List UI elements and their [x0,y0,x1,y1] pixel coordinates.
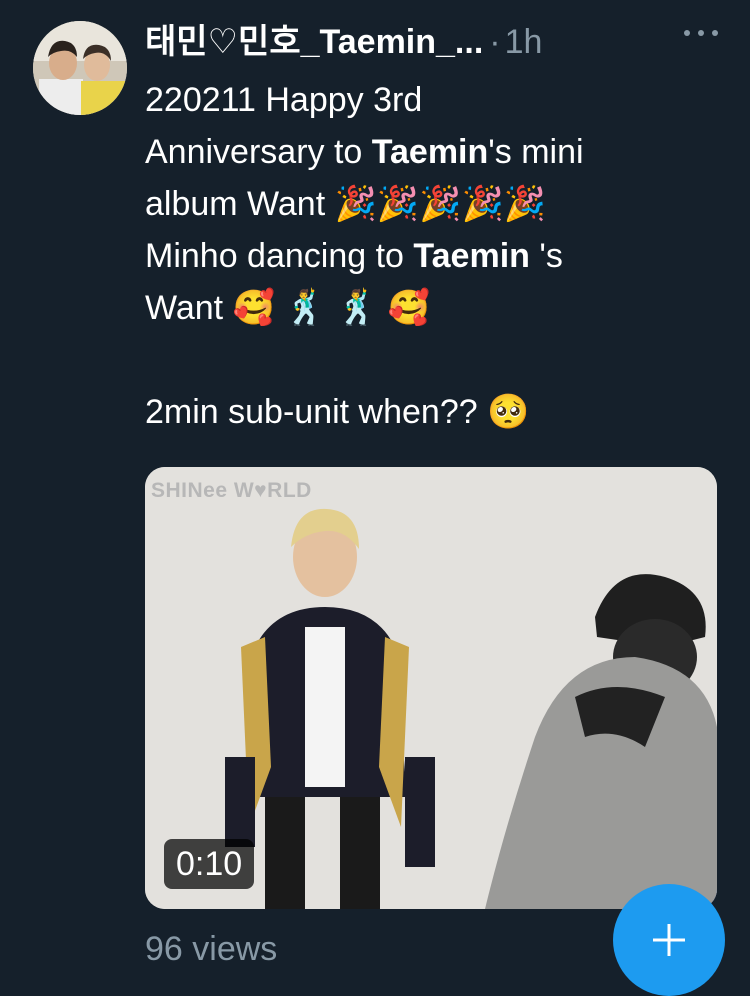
tweet-header: 태민♡민호_Taemin_... · 1h [145,20,730,64]
more-options-button[interactable] [684,28,718,38]
video-duration-badge: 0:10 [164,839,255,889]
tweet-text: 220211 Happy 3rd Anniversary to Taemin's… [145,74,730,438]
tweet-timestamp[interactable]: 1h [505,20,543,64]
header-separator: · [489,23,501,61]
view-count: 96 views [145,930,278,968]
mention-taemin: Taemin [371,133,489,171]
mention-taemin: Taemin [413,237,530,275]
video-watermark: SHINee W♥RLD [151,479,312,502]
author-name[interactable]: 태민♡민호_Taemin_... [145,20,483,64]
video-player[interactable]: SHINee W♥RLD 0:10 [145,467,717,909]
avatar-image [33,21,127,115]
more-horizontal-icon [684,30,690,36]
author-avatar[interactable] [33,21,127,115]
compose-tweet-button[interactable] [613,884,725,996]
